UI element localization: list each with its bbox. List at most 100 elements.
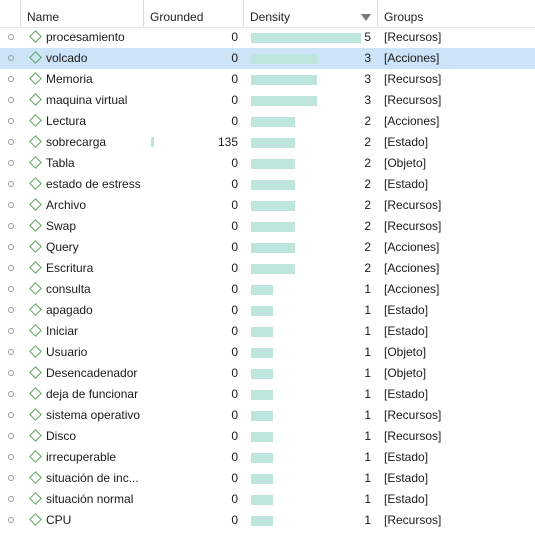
grounded-value: 0 [231, 471, 238, 485]
grounded-value: 0 [231, 72, 238, 86]
density-value: 3 [364, 72, 371, 86]
group-label: [Objeto] [384, 366, 427, 380]
code-diamond-icon [29, 51, 42, 64]
table-row[interactable]: Disco 0 1 [Recursos] [0, 426, 535, 447]
group-label: [Acciones] [384, 114, 440, 128]
code-name: procesamiento [46, 30, 125, 44]
table-row[interactable]: Escritura 0 2 [Acciones] [0, 258, 535, 279]
table-row[interactable]: Archivo 0 2 [Recursos] [0, 195, 535, 216]
table-row[interactable]: Memoria 0 3 [Recursos] [0, 69, 535, 90]
code-diamond-icon [29, 30, 42, 43]
group-label: [Estado] [384, 492, 429, 506]
code-name: Disco [46, 429, 77, 443]
density-value: 1 [364, 513, 371, 527]
code-diamond-icon [29, 303, 42, 316]
grounded-value: 0 [231, 198, 238, 212]
table-row[interactable]: Lectura 0 2 [Acciones] [0, 111, 535, 132]
table-row[interactable]: Usuario 0 1 [Objeto] [0, 342, 535, 363]
grounded-value: 0 [231, 492, 238, 506]
code-name: Memoria [46, 72, 93, 86]
grounded-value: 0 [231, 261, 238, 275]
column-header-name[interactable]: Name [20, 0, 143, 27]
code-diamond-icon [29, 177, 42, 190]
code-name: situación de inc... [46, 471, 139, 485]
circle-bullet-icon [8, 517, 14, 523]
code-name: Archivo [46, 198, 87, 212]
density-value: 2 [364, 135, 371, 149]
code-name: consulta [46, 282, 91, 296]
column-header-groups[interactable]: Groups [377, 0, 535, 27]
table-row[interactable]: irrecuperable 0 1 [Estado] [0, 447, 535, 468]
code-diamond-icon [29, 471, 42, 484]
code-diamond-icon [29, 72, 42, 85]
group-label: [Recursos] [384, 513, 442, 527]
table-row[interactable]: situación de inc... 0 1 [Estado] [0, 468, 535, 489]
grounded-value: 0 [231, 177, 238, 191]
table-row[interactable]: estado de estress 0 2 [Estado] [0, 174, 535, 195]
circle-bullet-icon [8, 160, 14, 166]
table-row[interactable]: situación normal 0 1 [Estado] [0, 489, 535, 510]
grounded-value: 0 [231, 51, 238, 65]
density-value: 2 [364, 261, 371, 275]
table-row[interactable]: Tabla 0 2 [Objeto] [0, 153, 535, 174]
grounded-value: 0 [231, 303, 238, 317]
group-label: [Acciones] [384, 51, 440, 65]
density-value: 1 [364, 387, 371, 401]
table-row[interactable]: deja de funcionar 0 1 [Estado] [0, 384, 535, 405]
table-row[interactable]: apagado 0 1 [Estado] [0, 300, 535, 321]
group-label: [Estado] [384, 387, 429, 401]
code-diamond-icon [29, 492, 42, 505]
code-diamond-icon [29, 114, 42, 127]
table-row[interactable]: Iniciar 0 1 [Estado] [0, 321, 535, 342]
group-label: [Recursos] [384, 408, 442, 422]
table-row[interactable]: volcado 0 3 [Acciones] [0, 48, 535, 69]
column-header-density[interactable]: Density [243, 0, 377, 27]
table-row[interactable]: consulta 0 1 [Acciones] [0, 279, 535, 300]
circle-bullet-icon [8, 118, 14, 124]
table-row[interactable]: CPU 0 1 [Recursos] [0, 510, 535, 531]
grounded-value: 0 [231, 429, 238, 443]
code-name: irrecuperable [46, 450, 117, 464]
group-label: [Estado] [384, 324, 429, 338]
table-row[interactable]: Swap 0 2 [Recursos] [0, 216, 535, 237]
code-name: deja de funcionar [46, 387, 139, 401]
density-value: 1 [364, 492, 371, 506]
code-name: maquina virtual [46, 93, 128, 107]
code-diamond-icon [29, 513, 42, 526]
density-value: 1 [364, 429, 371, 443]
code-name: sistema operativo [46, 408, 141, 422]
table-row[interactable]: Query 0 2 [Acciones] [0, 237, 535, 258]
table-row[interactable]: Desencadenador 0 1 [Objeto] [0, 363, 535, 384]
group-label: [Objeto] [384, 156, 427, 170]
density-value: 2 [364, 240, 371, 254]
group-label: [Acciones] [384, 240, 440, 254]
group-label: [Acciones] [384, 261, 440, 275]
code-name: Query [46, 240, 79, 254]
circle-bullet-icon [8, 412, 14, 418]
circle-bullet-icon [8, 265, 14, 271]
code-diamond-icon [29, 429, 42, 442]
density-value: 1 [364, 471, 371, 485]
density-value: 5 [364, 30, 371, 44]
table-row[interactable]: procesamiento 0 5 [Recursos] [0, 27, 535, 48]
circle-bullet-icon [8, 349, 14, 355]
density-value: 2 [364, 156, 371, 170]
circle-bullet-icon [8, 433, 14, 439]
code-diamond-icon [29, 387, 42, 400]
grounded-value: 0 [231, 450, 238, 464]
table-row[interactable]: sistema operativo 0 1 [Recursos] [0, 405, 535, 426]
code-diamond-icon [29, 408, 42, 421]
table-row[interactable]: maquina virtual 0 3 [Recursos] [0, 90, 535, 111]
circle-bullet-icon [8, 55, 14, 61]
grounded-value: 0 [231, 114, 238, 128]
circle-bullet-icon [8, 139, 14, 145]
circle-bullet-icon [8, 496, 14, 502]
density-value: 3 [364, 51, 371, 65]
table-row[interactable]: sobrecarga 135 2 [Estado] [0, 132, 535, 153]
column-header-grounded[interactable]: Grounded [143, 0, 243, 27]
grounded-value: 0 [231, 513, 238, 527]
code-diamond-icon [29, 93, 42, 106]
density-value: 1 [364, 345, 371, 359]
code-diamond-icon [29, 135, 42, 148]
grounded-value: 0 [231, 240, 238, 254]
